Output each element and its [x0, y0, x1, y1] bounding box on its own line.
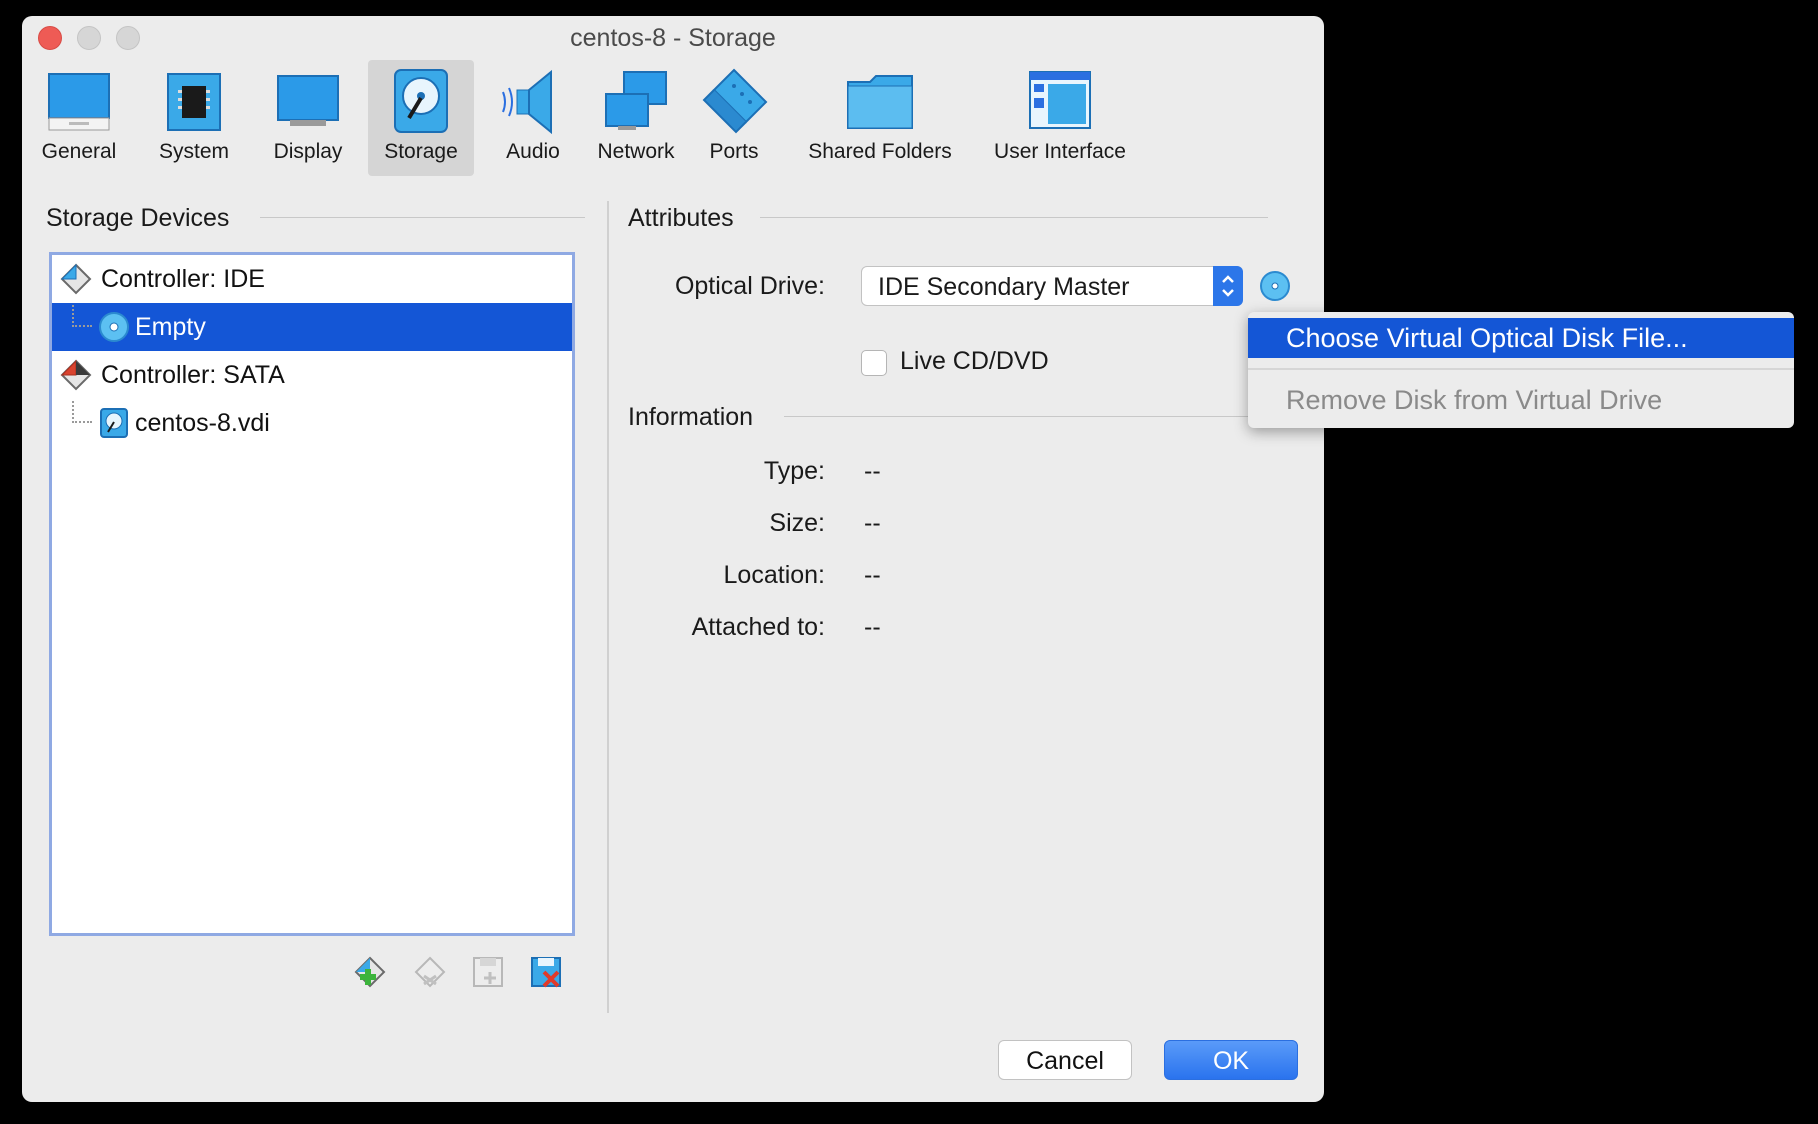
- menu-item-choose-disk-file[interactable]: Choose Virtual Optical Disk File...: [1248, 318, 1794, 358]
- attached-to-label: Attached to:: [691, 613, 825, 641]
- window-title: centos-8 - Storage: [570, 24, 776, 52]
- tree-item-empty[interactable]: Empty: [52, 303, 572, 351]
- section-divider: [760, 217, 1268, 218]
- live-cd-checkbox[interactable]: [861, 350, 887, 376]
- speaker-icon: [502, 69, 552, 135]
- chip-icon: [167, 73, 221, 131]
- tree-item-centos-vdi[interactable]: centos-8.vdi: [52, 399, 572, 447]
- add-controller-icon[interactable]: [352, 954, 388, 990]
- size-value: --: [864, 509, 881, 537]
- tab-audio[interactable]: Audio: [488, 60, 578, 176]
- optical-disc-icon: [99, 312, 129, 342]
- tab-display[interactable]: Display: [256, 60, 360, 176]
- remove-controller-icon[interactable]: [412, 954, 448, 990]
- attached-to-value: --: [864, 613, 881, 641]
- tab-user-interface[interactable]: User Interface: [980, 60, 1140, 176]
- window-layout-icon: [1029, 71, 1091, 129]
- chevron-up-down-icon: [1222, 275, 1234, 297]
- tab-general[interactable]: General: [28, 60, 130, 176]
- optical-drive-select[interactable]: IDE Secondary Master: [861, 266, 1243, 306]
- title-bar[interactable]: centos-8 - Storage: [22, 16, 1324, 60]
- size-label: Size:: [769, 509, 825, 537]
- panel-divider: [607, 201, 609, 1013]
- cancel-button[interactable]: Cancel: [998, 1040, 1132, 1080]
- ok-button[interactable]: OK: [1164, 1040, 1298, 1080]
- remove-attachment-icon[interactable]: [528, 954, 564, 990]
- ide-controller-icon: [60, 263, 92, 295]
- choose-disk-button[interactable]: [1259, 270, 1291, 302]
- add-attachment-icon[interactable]: [470, 954, 506, 990]
- hard-disk-icon: [100, 408, 128, 438]
- hard-disk-icon: [394, 69, 448, 133]
- sata-controller-icon: [60, 359, 92, 391]
- section-divider: [260, 217, 585, 218]
- section-divider: [784, 416, 1268, 417]
- tab-network[interactable]: Network: [588, 60, 684, 176]
- storage-tree[interactable]: Controller: IDE Empty Controller: SATA c…: [49, 252, 575, 936]
- tab-shared-folders[interactable]: Shared Folders: [798, 60, 962, 176]
- live-cd-label: Live CD/DVD: [900, 347, 1049, 375]
- optical-drive-label: Optical Drive:: [674, 272, 825, 300]
- network-icon: [605, 71, 667, 130]
- tab-system[interactable]: System: [142, 60, 246, 176]
- tree-connector: [72, 305, 92, 327]
- information-title: Information: [628, 403, 754, 431]
- tree-connector: [72, 401, 92, 423]
- storage-devices-title: Storage Devices: [46, 204, 230, 232]
- tab-storage[interactable]: Storage: [368, 60, 474, 176]
- menu-item-remove-disk[interactable]: Remove Disk from Virtual Drive: [1248, 380, 1794, 420]
- type-value: --: [864, 457, 881, 485]
- display-icon: [277, 75, 339, 126]
- location-label: Location:: [723, 561, 825, 589]
- settings-toolbar: General System Display Storage Audio Net…: [22, 60, 1324, 180]
- attributes-title: Attributes: [628, 204, 734, 232]
- type-label: Type:: [763, 457, 825, 485]
- serial-port-icon: [702, 68, 768, 134]
- folder-icon: [847, 75, 913, 129]
- tree-item-controller-sata[interactable]: Controller: SATA: [52, 351, 572, 399]
- tree-toolbar: [352, 954, 592, 992]
- settings-window: centos-8 - Storage General System Displa…: [22, 16, 1324, 1102]
- tab-ports[interactable]: Ports: [696, 60, 772, 176]
- tree-item-controller-ide[interactable]: Controller: IDE: [52, 255, 572, 303]
- select-arrows: [1213, 266, 1243, 306]
- menu-separator: [1248, 368, 1794, 370]
- monitor-icon: [48, 73, 110, 131]
- optical-disk-menu: Choose Virtual Optical Disk File... Remo…: [1248, 312, 1794, 428]
- location-value: --: [864, 561, 881, 589]
